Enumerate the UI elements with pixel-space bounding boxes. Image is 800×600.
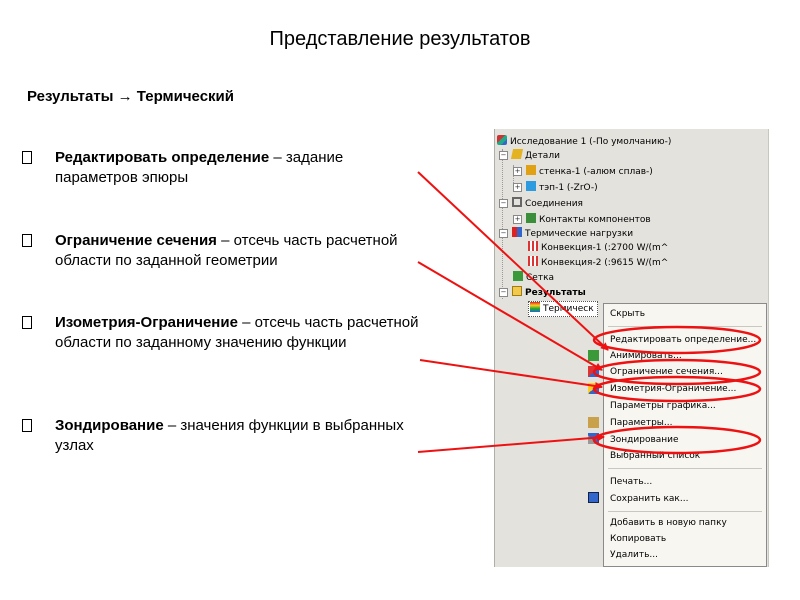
- highlight-ellipse-edit-definition: [592, 325, 762, 355]
- annotation-overlay: [417, 171, 762, 455]
- arrow-edit-definition: [417, 171, 609, 351]
- arrow-section-clipping: [417, 261, 603, 371]
- highlight-ellipse-probe: [592, 425, 762, 455]
- highlight-ellipse-iso-clipping: [592, 375, 762, 403]
- arrow-probe: [417, 433, 605, 453]
- arrow-iso-clipping: [419, 359, 603, 390]
